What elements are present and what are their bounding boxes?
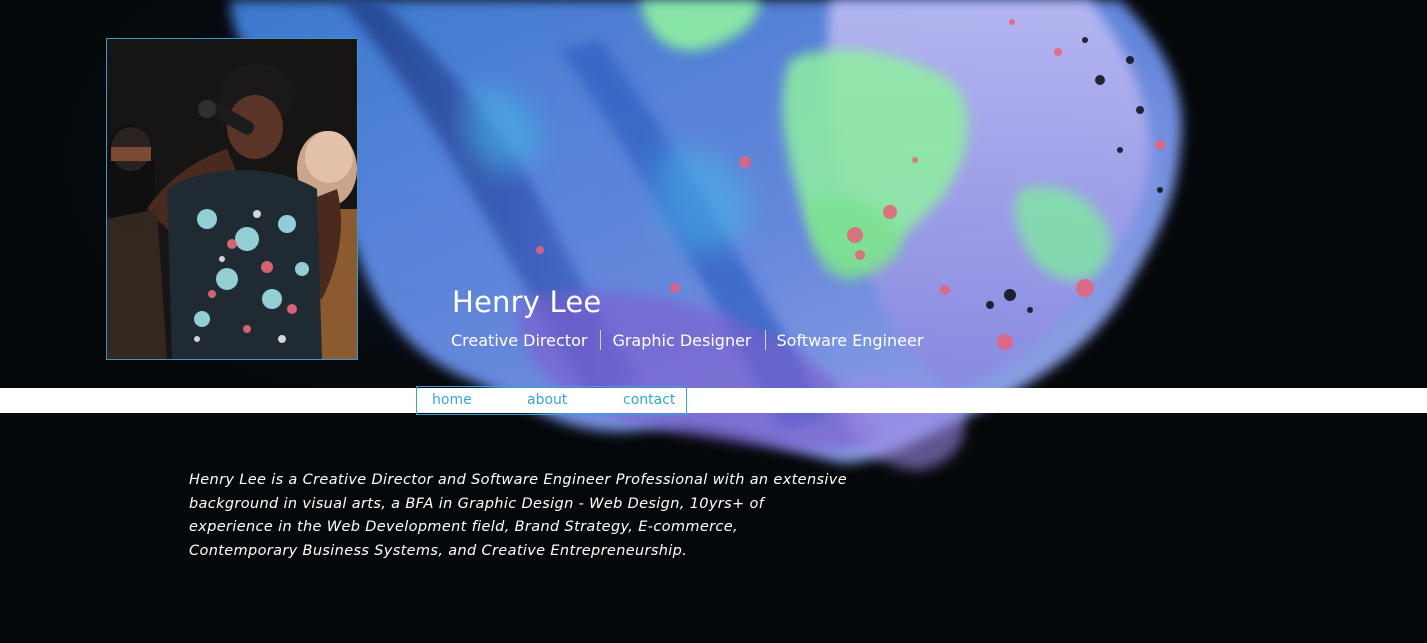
- nav-link-contact[interactable]: contact: [623, 392, 675, 408]
- profile-photo-illustration: [107, 39, 357, 359]
- role-creative-director: Creative Director: [451, 330, 588, 350]
- role-divider: [764, 330, 766, 350]
- bio-paragraph: Henry Lee is a Creative Director and Sof…: [189, 472, 847, 559]
- nav-link-about[interactable]: about: [527, 392, 567, 408]
- role-software-engineer: Software Engineer: [776, 330, 924, 350]
- portfolio-page: Henry Lee Creative Director Graphic Desi…: [0, 0, 1427, 643]
- role-divider: [600, 330, 602, 350]
- profile-photo: [106, 38, 358, 360]
- nav-link-home[interactable]: home: [432, 392, 472, 408]
- roles-list: Creative Director Graphic Designer Softw…: [451, 330, 923, 350]
- role-graphic-designer: Graphic Designer: [612, 330, 752, 350]
- nav-bar: [0, 388, 1427, 413]
- profile-name: Henry Lee: [452, 285, 602, 319]
